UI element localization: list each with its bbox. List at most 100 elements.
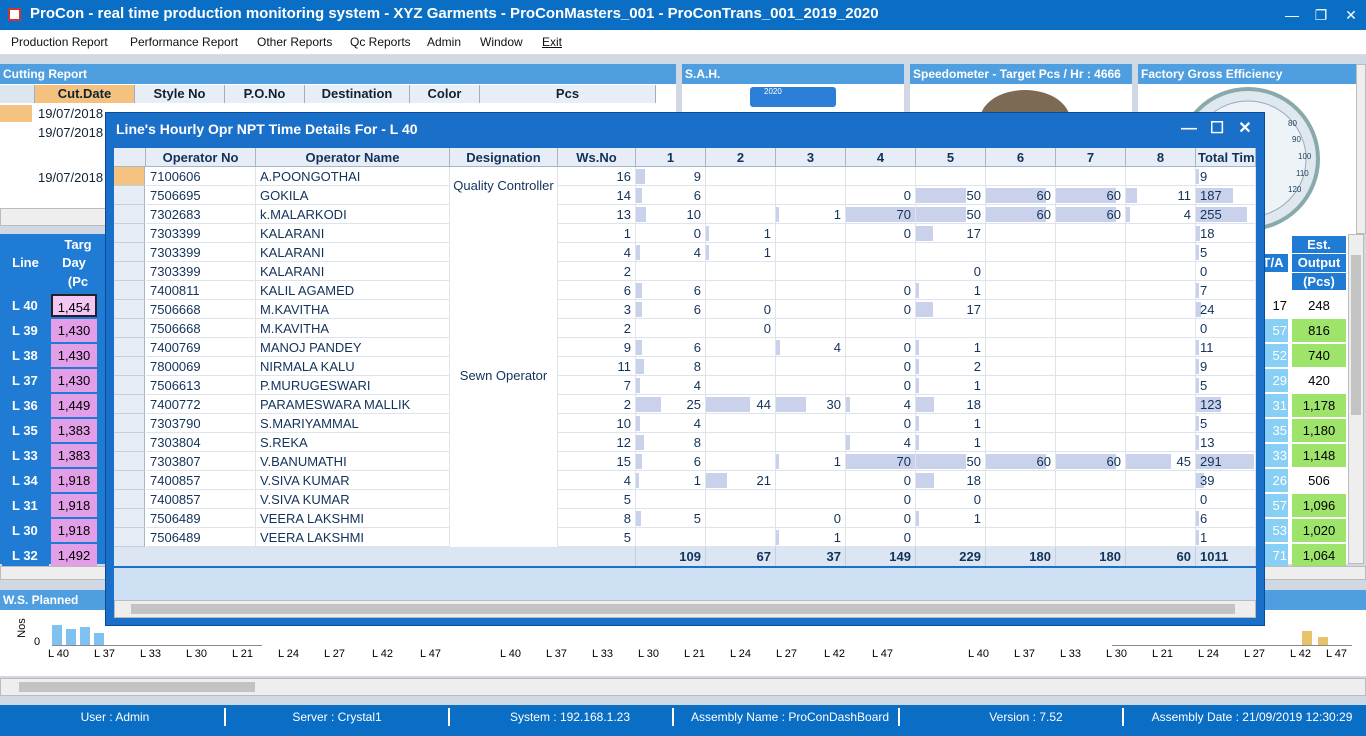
line-table-vscroll[interactable] <box>1348 234 1364 564</box>
main-hscroll[interactable] <box>0 678 1366 696</box>
row-header[interactable] <box>114 186 145 205</box>
cutting-header-destination[interactable]: Destination <box>305 85 410 103</box>
line-cell[interactable]: L 32 <box>2 544 49 567</box>
status-version: Version : 7.52 <box>989 710 1063 724</box>
line-cell[interactable]: L 40 <box>2 294 49 317</box>
maximize-button[interactable]: ❐ <box>1306 4 1336 26</box>
line-cell[interactable]: L 36 <box>2 394 49 417</box>
vscroll-thumb[interactable] <box>1351 255 1361 415</box>
menu-admin[interactable]: Admin <box>427 35 461 49</box>
row-header[interactable] <box>114 433 145 452</box>
day-target-cell[interactable]: 1,430 <box>51 344 97 367</box>
hour-cell <box>1056 471 1126 490</box>
cutting-header-style[interactable]: Style No <box>135 85 225 103</box>
row-header[interactable] <box>114 452 145 471</box>
day-target-cell[interactable]: 1,430 <box>51 319 97 342</box>
row-header[interactable] <box>114 395 145 414</box>
operator-no-cell: 7100606 <box>146 167 256 186</box>
dialog-minimize-button[interactable]: — <box>1176 118 1202 140</box>
day-target-cell[interactable]: 1,449 <box>51 394 97 417</box>
header-hour-2[interactable]: 2 <box>706 148 776 167</box>
menu-other-reports[interactable]: Other Reports <box>257 35 332 49</box>
header-ws-no[interactable]: Ws.No <box>558 148 636 167</box>
line-cell[interactable]: L 37 <box>2 369 49 392</box>
row-header[interactable] <box>114 167 145 186</box>
day-target-cell[interactable]: 1,454 <box>51 294 97 317</box>
header-hour-4[interactable]: 4 <box>846 148 916 167</box>
hscroll-thumb[interactable] <box>19 682 255 692</box>
header-hour-6[interactable]: 6 <box>986 148 1056 167</box>
status-separator <box>672 708 674 726</box>
ws-no-cell: 2 <box>558 262 636 281</box>
total-value: 13 <box>1200 435 1215 450</box>
line-cell[interactable]: L 30 <box>2 519 49 542</box>
row-header[interactable] <box>114 224 145 243</box>
hour-value: 8 <box>693 359 701 374</box>
dialog-maximize-button[interactable]: ☐ <box>1204 118 1230 140</box>
header-hour-7[interactable]: 7 <box>1056 148 1126 167</box>
operator-no-cell: 7506489 <box>146 509 256 528</box>
total-value: 18 <box>1200 226 1215 241</box>
day-target-cell[interactable]: 1,918 <box>51 519 97 542</box>
header-operator-name[interactable]: Operator Name <box>256 148 450 167</box>
ws-no-cell: 6 <box>558 281 636 300</box>
cutting-header-date[interactable]: Cut.Date <box>35 85 135 103</box>
row-header[interactable] <box>114 300 145 319</box>
header-hour-5[interactable]: 5 <box>916 148 986 167</box>
top-vscroll[interactable] <box>1356 64 1366 234</box>
row-header[interactable] <box>114 528 145 547</box>
menu-production-report[interactable]: Production Report <box>11 35 108 49</box>
row-header[interactable] <box>114 205 145 224</box>
hour-cell <box>1126 395 1196 414</box>
dialog-close-button[interactable]: ✕ <box>1232 118 1258 140</box>
row-header[interactable] <box>114 471 145 490</box>
line-cell[interactable]: L 38 <box>2 344 49 367</box>
menu-exit[interactable]: Exit <box>542 35 562 49</box>
line-cell[interactable]: L 34 <box>2 469 49 492</box>
npt-bar <box>636 207 646 222</box>
line-cell[interactable]: L 31 <box>2 494 49 517</box>
header-operator-no[interactable]: Operator No <box>146 148 256 167</box>
row-header[interactable] <box>114 262 145 281</box>
close-button[interactable]: ✕ <box>1336 4 1366 26</box>
menu-performance-report[interactable]: Performance Report <box>130 35 238 49</box>
row-header[interactable] <box>114 243 145 262</box>
menu-qc-reports[interactable]: Qc Reports <box>350 35 411 49</box>
row-header[interactable] <box>114 414 145 433</box>
header-designation[interactable]: Designation <box>450 148 558 167</box>
operator-no-cell: 7506668 <box>146 300 256 319</box>
row-header[interactable] <box>114 509 145 528</box>
row-header[interactable] <box>114 490 145 509</box>
row-header[interactable] <box>114 357 145 376</box>
line-cell[interactable]: L 33 <box>2 444 49 467</box>
day-target-cell[interactable]: 1,492 <box>51 544 97 567</box>
row-header[interactable] <box>114 281 145 300</box>
line-cell[interactable]: L 39 <box>2 319 49 342</box>
line-cell[interactable]: L 35 <box>2 419 49 442</box>
menu-window[interactable]: Window <box>480 35 523 49</box>
header-hour-8[interactable]: 8 <box>1126 148 1196 167</box>
cutting-header-color[interactable]: Color <box>410 85 480 103</box>
day-target-cell[interactable]: 1,383 <box>51 419 97 442</box>
gauge-label-110: 110 <box>1296 169 1309 178</box>
hour-cell: 0 <box>846 338 916 357</box>
dialog-hscroll[interactable] <box>114 600 1256 618</box>
minimize-button[interactable]: — <box>1277 4 1307 26</box>
row-header[interactable] <box>114 319 145 338</box>
day-target-cell[interactable]: 1,383 <box>51 444 97 467</box>
npt-grid: Operator No Operator Name Designation Ws… <box>114 148 1256 566</box>
day-target-cell[interactable]: 1,918 <box>51 469 97 492</box>
header-total-time[interactable]: Total Time <box>1196 148 1256 167</box>
dialog-hscroll-thumb[interactable] <box>131 604 1235 614</box>
header-hour-3[interactable]: 3 <box>776 148 846 167</box>
cutting-header-po[interactable]: P.O.No <box>225 85 305 103</box>
cutting-header-pcs[interactable]: Pcs <box>480 85 656 103</box>
row-header[interactable] <box>114 376 145 395</box>
header-hour-1[interactable]: 1 <box>636 148 706 167</box>
row-header[interactable] <box>114 338 145 357</box>
day-target-cell[interactable]: 1,918 <box>51 494 97 517</box>
hour-cell <box>986 281 1056 300</box>
day-target-cell[interactable]: 1,430 <box>51 369 97 392</box>
npt-bar <box>776 207 779 222</box>
hour-cell: 4 <box>846 433 916 452</box>
